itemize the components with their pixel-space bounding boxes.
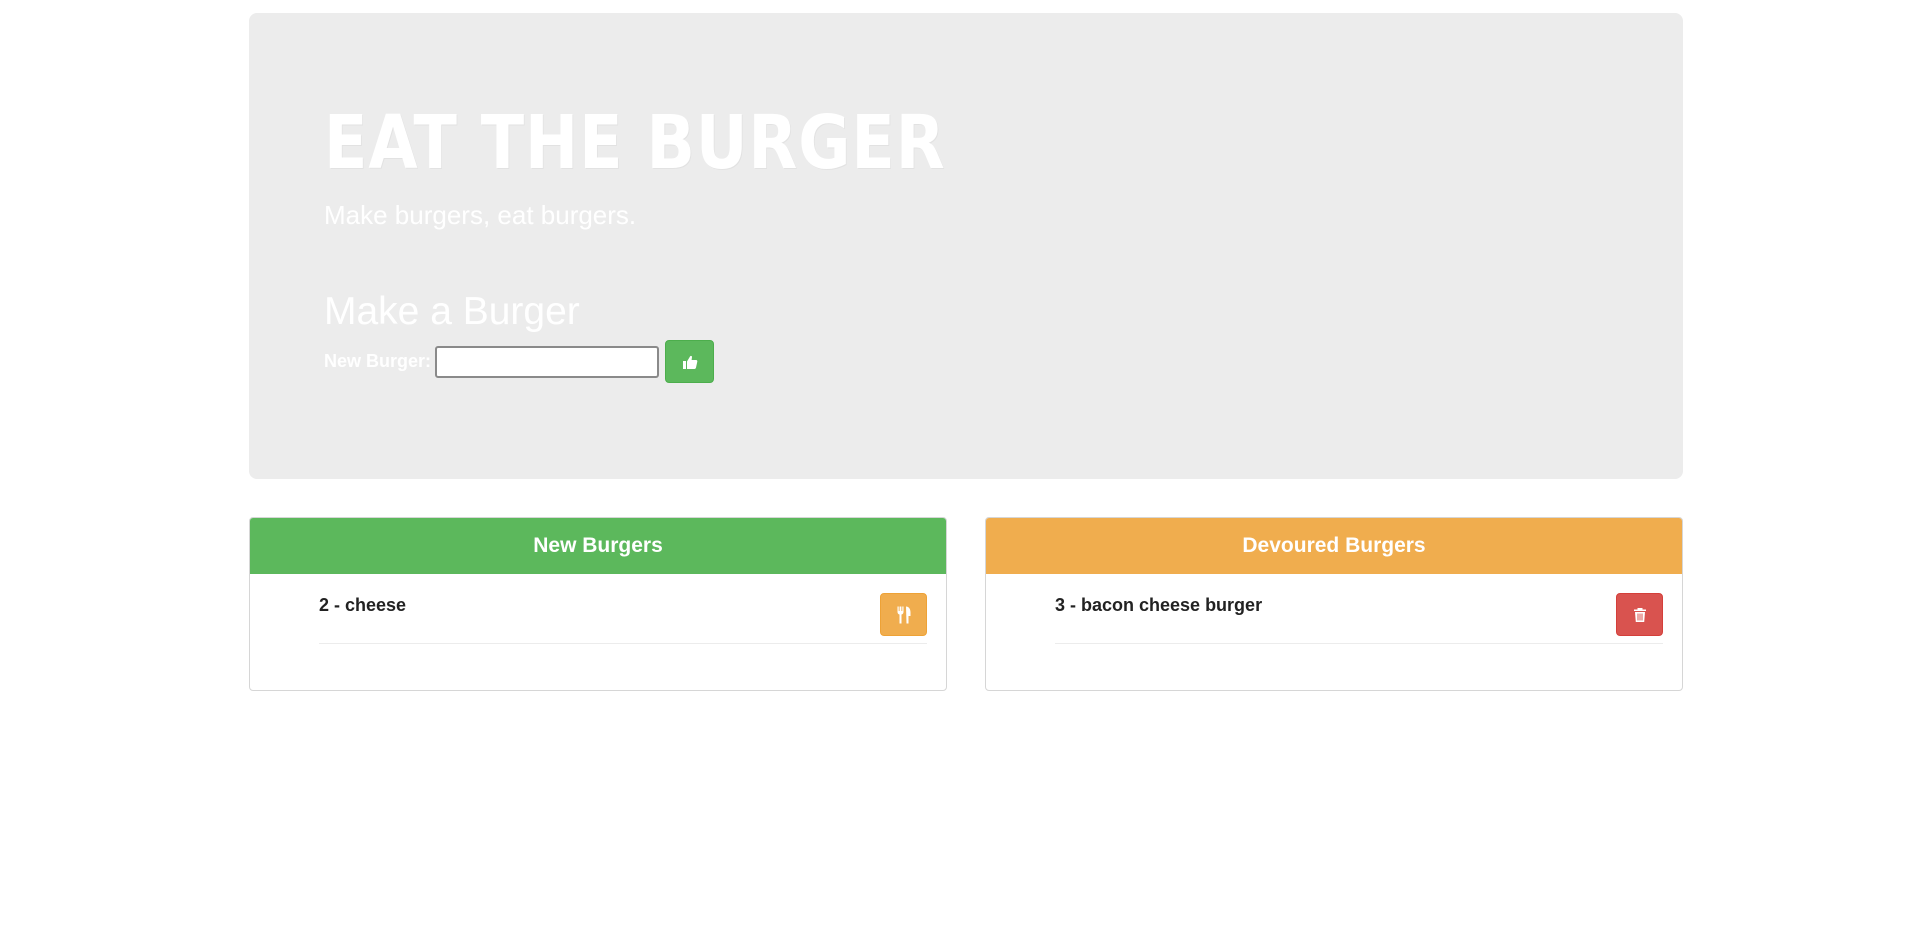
jumbotron: EAT THE BURGER Make burgers, eat burgers…	[249, 13, 1683, 479]
new-burger-form: New Burger:	[324, 340, 1683, 383]
site-title: EAT THE BURGER	[324, 100, 946, 186]
new-burgers-heading: New Burgers	[250, 518, 946, 574]
burger-name: 2 - cheese	[319, 595, 407, 615]
list-item: 2 - cheese	[319, 574, 927, 644]
cutlery-icon	[897, 606, 911, 624]
burger-panels: New Burgers 2 - cheese Devoured Burgers …	[249, 517, 1683, 691]
new-burgers-panel: New Burgers 2 - cheese	[249, 517, 947, 691]
trash-icon	[1633, 607, 1647, 623]
devoured-burgers-heading: Devoured Burgers	[986, 518, 1682, 574]
new-burgers-list: 2 - cheese	[250, 574, 946, 644]
delete-button[interactable]	[1616, 593, 1663, 636]
new-burger-input[interactable]	[435, 345, 660, 378]
devoured-burgers-list: 3 - bacon cheese burger	[986, 574, 1682, 644]
page-container: EAT THE BURGER Make burgers, eat burgers…	[249, 13, 1683, 691]
devoured-burgers-panel: Devoured Burgers 3 - bacon cheese burger	[985, 517, 1683, 691]
list-item: 3 - bacon cheese burger	[1055, 574, 1663, 644]
devour-button[interactable]	[880, 593, 927, 636]
new-burger-label: New Burger:	[324, 351, 432, 371]
thumbs-up-icon	[682, 354, 698, 370]
add-burger-button[interactable]	[665, 340, 715, 383]
burger-name: 3 - bacon cheese burger	[1055, 595, 1263, 615]
site-subtitle: Make burgers, eat burgers.	[324, 200, 637, 230]
make-burger-heading: Make a Burger	[324, 290, 580, 333]
